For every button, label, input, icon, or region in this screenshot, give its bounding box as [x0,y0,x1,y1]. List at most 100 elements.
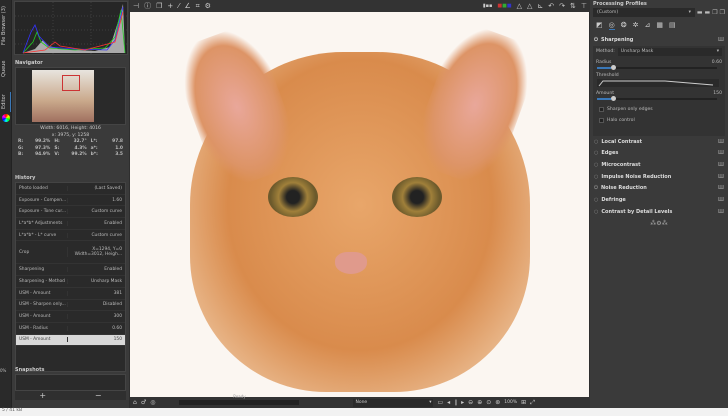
tool-microcontrast[interactable]: ○ Microcontrast Ш [590,159,728,171]
history-item[interactable]: L*a*b* - L* curve Custom curve [16,230,125,242]
sync-icon[interactable]: ∥ [454,399,457,406]
new-detail-window-icon[interactable]: ⊞ [521,399,526,406]
tab-advanced-icon[interactable]: ✲ [633,21,639,30]
color-wheel-icon[interactable] [2,114,10,122]
color-picker-icon[interactable]: ⚙ [205,2,211,10]
history-item[interactable]: Sharpening Enabled [16,264,125,277]
history-item[interactable]: Photo loaded (Last Saved) [16,183,125,195]
tool-contrast-by-detail-levels[interactable]: ○ Contrast by Detail Levels Ш [590,206,728,218]
save-profile-icon[interactable]: ▬ [705,9,711,16]
tool-local-contrast[interactable]: ○ Local Contrast Ш [590,136,728,148]
tab-queue[interactable]: Queue [1,58,11,80]
history-item[interactable]: Exposure - Tone cur... Custom curve [16,206,125,219]
power-icon[interactable]: ○ [594,162,598,168]
zoom-100-icon[interactable]: ⊛ [495,399,500,406]
tool-menu-icon[interactable]: Ш [718,174,724,180]
previous-image-icon[interactable]: ◂ [447,399,450,406]
tool-edges[interactable]: ○ Edges Ш [590,147,728,159]
rotate-left-icon[interactable]: ↶ [548,2,554,10]
tool-list: ○ Local Contrast Ш ○ Edges Ш ○ Microcontrast Ш ○ I… [590,136,728,218]
power-icon[interactable]: ⏻ [594,185,598,191]
fullscreen-icon[interactable]: ⤢ [530,399,535,407]
crop-icon[interactable]: ⌗ [196,2,200,11]
hide-left-panel-icon[interactable]: ⊣ [133,2,139,10]
tool-menu-icon[interactable]: Ш [718,162,724,168]
tab-color-icon[interactable]: ❂ [621,21,627,30]
history-item[interactable]: Crop X=1294, Y=0 Width=3012, Heigh... [16,241,125,265]
power-icon[interactable]: ○ [594,150,598,156]
power-icon[interactable]: ○ [594,209,598,215]
history-item[interactable]: USM - Amount 300 [16,311,125,323]
history-item[interactable]: USM - Amount 381 [16,288,125,300]
halo-control-checkbox[interactable]: Halo control [593,115,725,126]
remove-snapshot-button[interactable]: − [95,391,102,400]
histogram-toggle-icon[interactable]: ⊾ [537,2,543,10]
tool-impulse-noise-reduction[interactable]: ○ Impulse Noise Reduction Ш [590,171,728,183]
clipping-warning-2-icon[interactable]: △ [527,2,532,10]
gamut-check-icon[interactable]: ▭ [437,399,443,406]
before-after-icon[interactable]: ❐ [156,2,162,10]
radius-value[interactable]: 0.60 [712,60,722,65]
tab-exposure-icon[interactable]: ◩ [596,21,603,30]
snapshots-list [15,374,126,391]
info-icon[interactable]: ⓘ [144,1,151,11]
add-snapshot-button[interactable]: + [39,391,46,400]
history-item[interactable]: USM - Sharpen only... Disabled [16,300,125,312]
amount-value[interactable]: 150 [713,91,722,96]
flip-icon[interactable]: ⇅ [570,2,576,10]
navigator-preview[interactable] [15,67,126,125]
tool-menu-icon[interactable]: Ш [718,209,724,215]
tool-menu-icon[interactable]: Ш [718,185,724,191]
history-item[interactable]: USM - Radius 0.60 [16,323,125,335]
rotate-right-icon[interactable]: ↷ [559,2,565,10]
history-item[interactable]: L*a*b* Adjustments Enabled [16,218,125,230]
zoom-in-icon[interactable]: ⊕ [477,399,482,406]
history-item[interactable]: Exposure - Compen... 1.60 [16,195,125,207]
filmstrip-icon[interactable]: ⌂ [133,399,137,406]
color-management-icon[interactable]: ♂ [141,399,146,406]
power-icon[interactable]: ○ [594,139,598,145]
tab-transform-icon[interactable]: ⊿ [644,21,650,30]
history-item[interactable]: Sharpening - Method Unsharp Mask [16,276,125,288]
preview-mode-icon[interactable]: ▮▪▪ [483,3,493,9]
tool-menu-icon[interactable]: Ш [718,139,724,145]
tool-defringe[interactable]: ○ Defringe Ш [590,194,728,206]
output-profile-select[interactable]: None ▾ [353,398,434,407]
tab-detail-icon[interactable]: ◎ [608,21,615,30]
amount-slider[interactable] [597,95,717,101]
tool-menu-icon[interactable]: Ш [718,150,724,156]
threshold-slider[interactable] [593,78,721,88]
paste-profile-icon[interactable]: ❐ [720,9,725,16]
copy-profile-icon[interactable]: ❐ [712,9,717,16]
method-select[interactable]: Unsharp Mask ▾ [617,47,722,56]
tab-file-browser[interactable]: File Browser (3) [1,4,11,48]
open-profile-icon[interactable]: ▬ [697,9,703,16]
tool-menu-icon[interactable]: Ш [718,37,724,43]
power-icon[interactable]: ○ [594,174,598,180]
clipping-warning-icon[interactable]: △ [517,2,522,10]
tab-raw-icon[interactable]: ▦ [656,21,663,30]
straighten-icon[interactable]: ∠ [184,2,190,10]
soft-proof-icon[interactable]: ◎ [150,399,155,406]
channel-buttons-icon[interactable]: ■■■ [497,3,511,9]
tool-menu-icon[interactable]: Ш [718,197,724,203]
profile-select[interactable]: (Custom) ▾ [593,8,695,17]
zoom-fit-icon[interactable]: ⊙ [486,399,491,406]
image-preview[interactable] [130,12,589,397]
white-balance-picker-icon[interactable]: ⁄ [178,2,179,10]
navigator-viewport[interactable] [62,75,80,91]
hide-right-panel-icon[interactable]: ⊤ [581,2,587,10]
cat-eye-left [268,177,318,217]
tool-sharpening[interactable]: ⏻ Sharpening Ш [590,34,728,46]
tab-metadata-icon[interactable]: ▤ [669,21,676,30]
next-image-icon[interactable]: ▸ [461,399,464,406]
tool-noise-reduction[interactable]: ⏻ Noise Reduction Ш [590,182,728,194]
tab-editor[interactable]: Editor [1,92,11,112]
power-icon[interactable]: ⏻ [594,37,598,43]
radius-slider[interactable] [597,64,717,70]
sharpen-edges-checkbox[interactable]: Sharpen only edges [593,104,725,115]
history-item[interactable]: USM - Amount 150 [16,334,125,347]
hand-tool-icon[interactable]: + [167,2,173,10]
power-icon[interactable]: ○ [594,197,598,203]
zoom-out-icon[interactable]: ⊖ [468,399,473,406]
